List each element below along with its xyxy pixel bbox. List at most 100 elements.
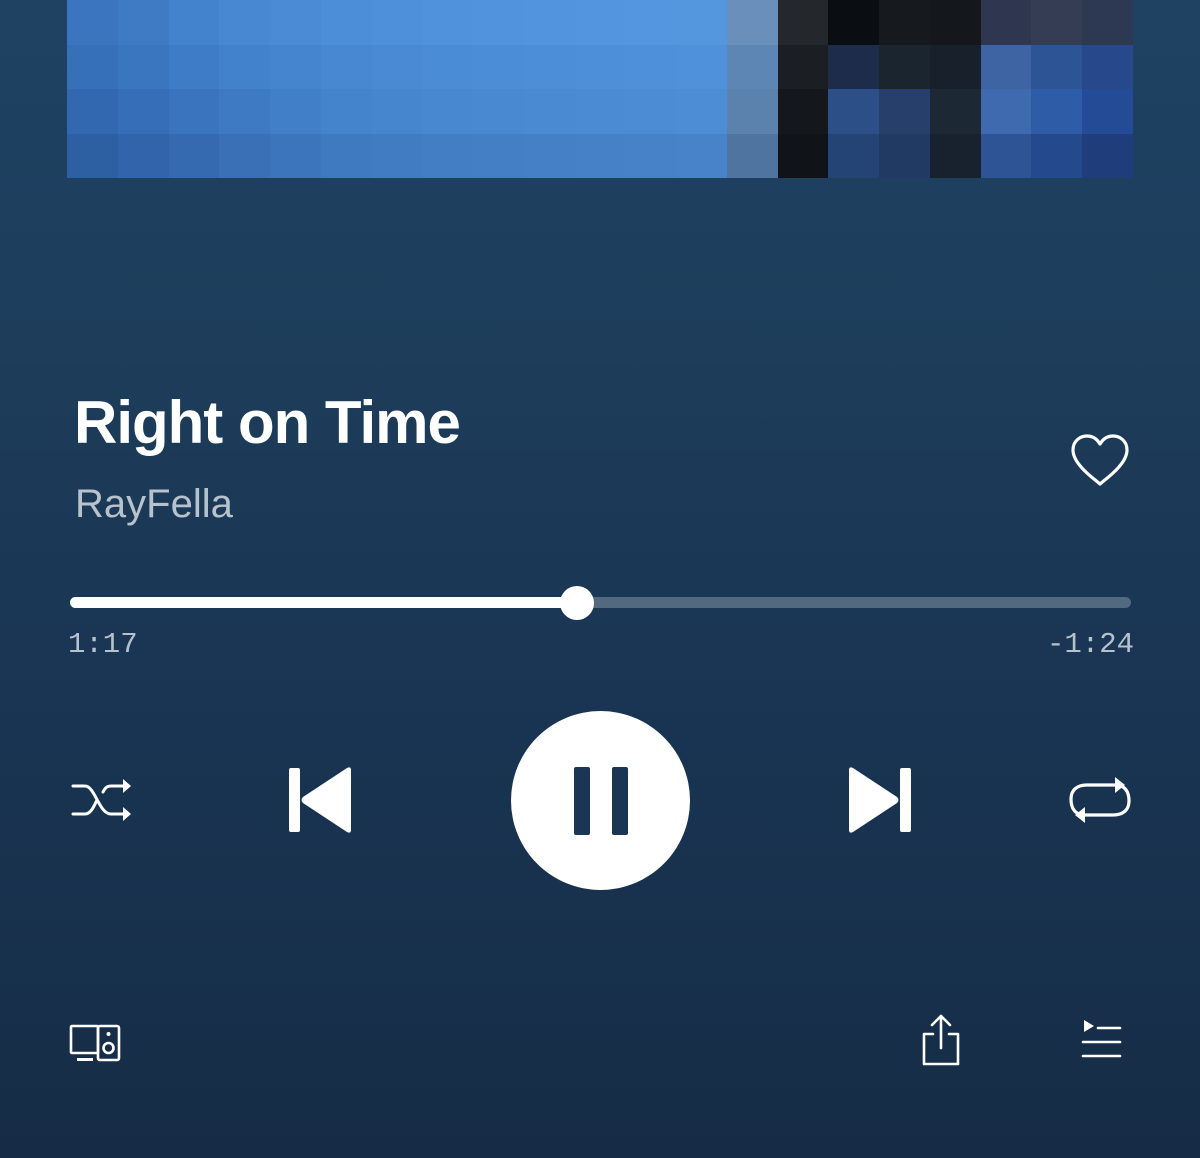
album-art-pixel [929, 0, 981, 45]
album-art-pixel [320, 44, 372, 89]
album-art-pixel [422, 89, 474, 134]
repeat-icon [1067, 773, 1133, 827]
album-art-pixel [168, 133, 220, 178]
previous-button[interactable] [280, 760, 360, 840]
album-art-pixel [929, 133, 981, 178]
album-art-pixel [168, 0, 220, 45]
album-art-pixel [828, 44, 880, 89]
album-art-pixel [574, 44, 626, 89]
album-art-pixel [625, 89, 677, 134]
album-art-pixel [270, 44, 321, 89]
track-artist[interactable]: RayFella [75, 482, 233, 527]
queue-button[interactable] [1076, 1016, 1126, 1066]
like-button[interactable] [1066, 426, 1134, 494]
album-art-pixel [777, 44, 829, 89]
album-art-pixel [574, 0, 626, 45]
album-art-pixel [726, 0, 778, 45]
album-art-pixel [473, 0, 524, 45]
album-art-pixel [828, 89, 880, 134]
album-art-pixel [422, 44, 474, 89]
album-art-pixel [371, 133, 423, 178]
album-art-pixel [117, 89, 169, 134]
album-art-pixel [726, 89, 778, 134]
time-elapsed: 1:17 [68, 628, 138, 661]
heart-outline-icon [1069, 432, 1131, 488]
album-art-pixel [980, 0, 1032, 45]
album-art-pixel [1082, 89, 1133, 134]
progress-bar[interactable] [70, 586, 1131, 620]
album-art-pixel [777, 0, 829, 45]
shuffle-icon [69, 774, 133, 826]
album-art-pixel [320, 89, 372, 134]
album-art-pixel [371, 44, 423, 89]
album-art-pixel [1031, 133, 1083, 178]
progress-knob[interactable] [560, 586, 595, 620]
album-art-pixel [879, 44, 930, 89]
repeat-button[interactable] [1064, 770, 1136, 830]
album-art-pixel [117, 44, 169, 89]
album-art-pixel [1031, 0, 1083, 45]
share-button[interactable] [915, 1010, 967, 1070]
album-art-pixel [980, 133, 1032, 178]
album-art-pixel [625, 44, 677, 89]
album-art-pixel [1082, 0, 1133, 45]
album-art-pixel [219, 0, 271, 45]
album-art-pixel [473, 44, 524, 89]
album-art-pixel [879, 133, 930, 178]
album-art-pixel [574, 89, 626, 134]
album-art-pixel [523, 44, 575, 89]
next-button[interactable] [840, 760, 920, 840]
album-art-pixel [879, 0, 930, 45]
queue-icon [1080, 1020, 1122, 1062]
album-art-pixel [625, 0, 677, 45]
album-art-pixel [574, 133, 626, 178]
devices-button[interactable] [66, 1018, 126, 1070]
album-art-pixel [1031, 89, 1083, 134]
album-art-pixel [320, 133, 372, 178]
album-art-pixel [1082, 133, 1133, 178]
pause-icon [572, 766, 630, 835]
album-art-pixel [320, 0, 372, 45]
pause-button[interactable] [511, 711, 690, 890]
album-art-pixel [219, 89, 271, 134]
album-art-pixel [676, 133, 727, 178]
album-art-pixel [828, 133, 880, 178]
album-art-pixel [726, 133, 778, 178]
album-art-pixel [168, 44, 220, 89]
album-art-pixel [929, 44, 981, 89]
album-art-pixel [422, 0, 474, 45]
album-art-pixel [980, 89, 1032, 134]
album-art-pixel [929, 89, 981, 134]
album-art-pixel [473, 89, 524, 134]
album-art-pixel [67, 133, 118, 178]
album-art-pixel [676, 0, 727, 45]
album-art-pixel [117, 133, 169, 178]
album-art-pixel [676, 44, 727, 89]
album-art-pixel [67, 89, 118, 134]
album-art-pixel [980, 44, 1032, 89]
album-art [67, 0, 1133, 178]
album-art-pixel [422, 133, 474, 178]
connect-devices-icon [68, 1023, 124, 1065]
album-art-pixel [523, 89, 575, 134]
share-icon [920, 1012, 962, 1068]
album-art-pixel [726, 44, 778, 89]
skip-next-icon [847, 766, 913, 834]
progress-fill [70, 597, 578, 608]
album-art-pixel [67, 0, 118, 45]
skip-previous-icon [287, 766, 353, 834]
album-art-pixel [67, 44, 118, 89]
album-art-pixel [625, 133, 677, 178]
album-art-pixel [879, 89, 930, 134]
shuffle-button[interactable] [66, 770, 136, 830]
album-art-pixel [1031, 44, 1083, 89]
album-art-pixel [523, 133, 575, 178]
track-title: Right on Time [74, 389, 461, 456]
time-remaining: -1:24 [1046, 628, 1134, 661]
album-art-pixel [117, 0, 169, 45]
album-art-pixel [270, 0, 321, 45]
album-art-pixel [1082, 44, 1133, 89]
album-art-pixel [270, 89, 321, 134]
album-art-pixel [828, 0, 880, 45]
album-art-pixel [168, 89, 220, 134]
